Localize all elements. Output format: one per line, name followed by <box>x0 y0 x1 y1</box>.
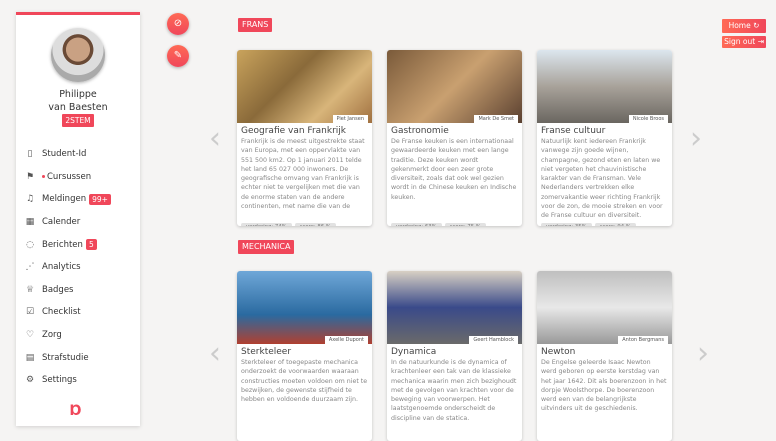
course-card[interactable]: Geert Hamblock Dynamica In de natuurkunde … <box>387 271 522 441</box>
sidebar-item-label: Student-Id <box>42 149 87 160</box>
card-title: Sterkteleer <box>241 347 292 357</box>
sidebar-item-label: Cursussen <box>47 171 92 182</box>
sidebar-item-label: Meldingen <box>42 194 87 205</box>
card-text: De Engelse geleerde Isaac Newton werd ge… <box>541 359 667 413</box>
home-button[interactable]: Home ↻ <box>722 19 766 33</box>
card-image: Anton Bergmans <box>537 271 672 344</box>
card-image: Mark De Smet <box>387 50 522 123</box>
card-title: Franse cultuur <box>541 126 606 136</box>
prev-arrow-icon[interactable]: ‹ <box>209 336 221 371</box>
card-text: Sterkteleer of toegepaste mechanica onde… <box>241 359 368 404</box>
card-text: Natuurlijk kent iedereen Frankrijk vanwe… <box>541 138 663 220</box>
sidebar-item-label: Analytics <box>42 262 81 273</box>
card-text: Frankrijk is de meest uitgestrekte staat… <box>241 138 365 211</box>
sidebar-item-meldingen[interactable]: ♫ Meldingen 99+ <box>24 188 136 211</box>
card-title: Geografie van Frankrijk <box>241 126 346 136</box>
next-arrow-icon[interactable]: › <box>697 336 709 371</box>
sidebar-item-badges[interactable]: ♕ Badges <box>24 279 136 302</box>
image-credit: Nicole Broos <box>628 115 668 123</box>
hide-button[interactable]: ⊘ <box>167 13 189 35</box>
eye-off-icon: ⊘ <box>173 18 183 29</box>
card-image: Nicole Broos <box>537 50 672 123</box>
score-tag: score: 75 % <box>444 223 486 226</box>
avatar <box>51 28 105 82</box>
course-card[interactable]: Anton Bergmans Newton De Engelse geleerde … <box>537 271 672 441</box>
first-name: Philippe <box>59 89 97 100</box>
home-label: Home <box>728 21 751 30</box>
course-card[interactable]: Nicole Broos Franse cultuur Natuurlijk ken… <box>537 50 672 226</box>
section-title: FRANS <box>238 18 273 32</box>
prev-arrow-icon[interactable]: ‹ <box>209 121 221 156</box>
card-image: Geert Hamblock <box>387 271 522 344</box>
image-credit: Geert Hamblock <box>469 336 518 344</box>
score-tag: score: 86 % <box>294 223 336 226</box>
user-name: Philippe van Baesten <box>16 88 140 114</box>
sidebar-item-analytics[interactable]: ⋰ Analytics <box>24 256 136 279</box>
bell-icon: ♫ <box>25 194 35 205</box>
section-title: MECHANICA <box>238 240 295 254</box>
image-credit: Anton Bergmans <box>618 336 668 344</box>
sidebar-item-strafstudie[interactable]: ▤ Strafstudie <box>24 346 136 369</box>
card-image: Axelle Dupont <box>237 271 372 344</box>
course-card[interactable]: Mark De Smet Gastronomie De Franse keuken … <box>387 50 522 226</box>
sidebar-item-zorg[interactable]: ♡ Zorg <box>24 324 136 347</box>
edit-button[interactable]: ✎ <box>167 45 189 67</box>
heart-icon: ♡ <box>25 330 35 341</box>
score-tag: score: 94 % <box>594 223 636 226</box>
unread-dot <box>42 175 45 179</box>
trophy-icon: ♕ <box>25 284 35 295</box>
signout-button[interactable]: Sign out ⇥ <box>722 36 766 48</box>
course-card[interactable]: Piet Jansen Geografie van Frankrijk Frankr… <box>237 50 372 226</box>
course-card[interactable]: Axelle Dupont Sterkteleer Sterkteleer of t… <box>237 271 372 441</box>
sidebar-item-cursussen[interactable]: ⚑ Cursussen <box>24 166 136 189</box>
sidebar-item-label: Checklist <box>42 307 81 318</box>
next-arrow-icon[interactable]: › <box>690 121 702 156</box>
book-icon: ▤ <box>25 352 35 363</box>
card-title: Newton <box>541 347 576 357</box>
image-credit: Axelle Dupont <box>324 336 368 344</box>
last-name: van Baesten <box>48 102 108 113</box>
sidebar-item-label: Badges <box>42 284 74 295</box>
sidebar-item-berichten[interactable]: ◌ Berichten 5 <box>24 233 136 256</box>
sidebar: Philippe van Baesten 2STEM ▯ Student-Id ⚑ Cu… <box>16 12 140 426</box>
card-title: Gastronomie <box>391 126 449 136</box>
logo-icon[interactable]: Ɒ <box>70 403 82 419</box>
sidebar-item-label: Calender <box>42 217 81 228</box>
sidebar-item-student-id[interactable]: ▯ Student-Id <box>24 143 136 166</box>
card-text: In de natuurkunde is de dynamica of krac… <box>391 359 517 422</box>
chat-icon: ◌ <box>26 239 34 250</box>
sidebar-item-label: Berichten <box>42 239 83 250</box>
card-title: Dynamica <box>391 347 437 357</box>
image-credit: Piet Jansen <box>332 115 368 123</box>
checklist-icon: ☑ <box>25 307 35 318</box>
sidebar-item-label: Zorg <box>42 330 62 341</box>
analytics-icon: ⋰ <box>25 262 35 273</box>
sidebar-item-calender[interactable]: ▦ Calender <box>24 211 136 234</box>
sidebar-item-settings[interactable]: ⚙ Settings <box>24 369 136 392</box>
progress-tag: vordering: 74% <box>241 223 292 226</box>
image-credit: Mark De Smet <box>474 115 518 123</box>
id-card-icon: ▯ <box>27 149 33 160</box>
pencil-icon: ✎ <box>173 50 183 61</box>
sidebar-item-label: Settings <box>42 375 77 386</box>
count-badge: 5 <box>85 239 97 251</box>
progress-tag: vordering: 35% <box>541 223 592 226</box>
class-badge: 2STEM <box>62 114 94 127</box>
progress-tag: vordering: 63% <box>391 223 442 226</box>
card-text: De Franse keuken is een internationaal g… <box>391 138 517 201</box>
bookmark-icon: ⚑ <box>25 171 35 182</box>
calendar-icon: ▦ <box>25 217 35 228</box>
sidebar-menu: ▯ Student-Id ⚑ Cursussen ♫ Meldingen 99+ ▦ Calen… <box>24 143 136 392</box>
card-image: Piet Jansen <box>237 50 372 123</box>
signout-label: Sign out <box>724 37 756 46</box>
count-badge: 99+ <box>89 193 111 205</box>
sidebar-item-label: Strafstudie <box>42 352 89 363</box>
sidebar-item-checklist[interactable]: ☑ Checklist <box>24 301 136 324</box>
gear-icon: ⚙ <box>25 375 35 386</box>
home-icon: ↻ <box>753 21 760 30</box>
signout-icon: ⇥ <box>757 37 764 46</box>
